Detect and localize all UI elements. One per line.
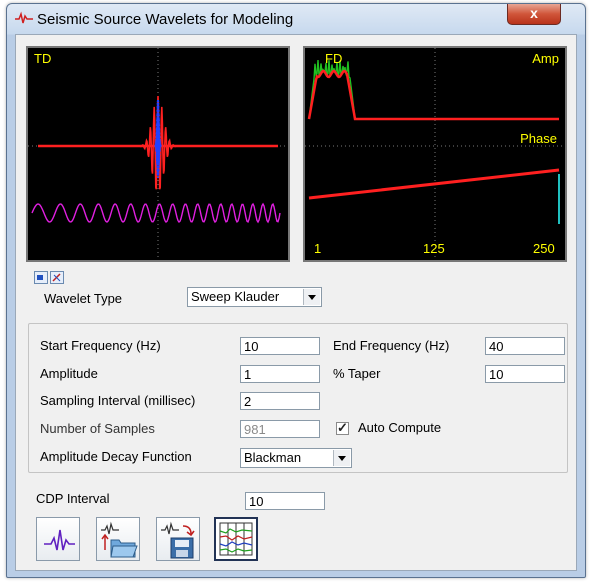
parameters-group: Start Frequency (Hz) 10 End Frequency (H… bbox=[28, 323, 568, 473]
open-folder-icon bbox=[101, 521, 138, 558]
sweep-trace bbox=[31, 202, 281, 224]
wavelet-type-select[interactable]: Sweep Klauder bbox=[187, 287, 322, 307]
screen-icon[interactable] bbox=[34, 271, 48, 284]
client-area: TD FD Amp Phase 1 125 250 Wavelet Type S… bbox=[15, 34, 577, 571]
generate-wavelet-button[interactable] bbox=[36, 517, 80, 561]
td-label: TD bbox=[34, 51, 52, 66]
decay-function-value: Blackman bbox=[244, 450, 302, 465]
time-domain-canvas bbox=[28, 48, 288, 260]
amp-label: Amp bbox=[532, 51, 559, 66]
wavelet-icon bbox=[44, 529, 75, 551]
dialog-window: Seismic Source Wavelets for Modeling x T… bbox=[6, 3, 586, 578]
grid-traces-icon bbox=[219, 522, 253, 556]
wavelet-type-label: Wavelet Type bbox=[44, 291, 123, 306]
taper-label: % Taper bbox=[333, 366, 381, 381]
save-file-button[interactable] bbox=[156, 517, 200, 561]
phase-label: Phase bbox=[520, 131, 557, 146]
phase-line bbox=[308, 168, 560, 200]
sampling-interval-input[interactable]: 2 bbox=[240, 392, 320, 410]
end-frequency-label: End Frequency (Hz) bbox=[333, 338, 450, 353]
x-tick-125: 125 bbox=[423, 241, 445, 256]
save-disk-icon bbox=[161, 521, 195, 559]
end-frequency-input[interactable]: 40 bbox=[485, 337, 565, 355]
fd-label: FD bbox=[325, 51, 343, 66]
amplitude-label: Amplitude bbox=[40, 366, 98, 381]
start-frequency-input[interactable]: 10 bbox=[240, 337, 320, 355]
num-samples-input: 981 bbox=[240, 420, 320, 438]
frequency-domain-plot[interactable]: FD Amp Phase 1 125 250 bbox=[303, 46, 567, 262]
auto-compute-checkbox[interactable] bbox=[336, 420, 349, 436]
wavelet-type-value: Sweep Klauder bbox=[191, 289, 280, 304]
chevron-down-icon[interactable] bbox=[303, 289, 320, 305]
grid-traces-button[interactable] bbox=[214, 517, 258, 561]
frequency-domain-canvas bbox=[305, 48, 565, 260]
decay-function-label: Amplitude Decay Function bbox=[40, 449, 192, 464]
auto-compute-label[interactable]: Auto Compute bbox=[358, 420, 441, 435]
num-samples-label: Number of Samples bbox=[40, 421, 155, 436]
amplitude-input[interactable]: 1 bbox=[240, 365, 320, 383]
open-file-button[interactable] bbox=[96, 517, 140, 561]
time-domain-plot[interactable]: TD bbox=[26, 46, 290, 262]
chevron-down-icon[interactable] bbox=[333, 450, 350, 466]
pin-icon[interactable] bbox=[50, 271, 64, 284]
x-tick-250: 250 bbox=[533, 241, 555, 256]
waveform-icon bbox=[15, 11, 33, 24]
title-bar[interactable]: Seismic Source Wavelets for Modeling x bbox=[7, 4, 585, 34]
window-title: Seismic Source Wavelets for Modeling bbox=[37, 11, 294, 28]
cdp-interval-label: CDP Interval bbox=[36, 491, 110, 506]
taper-input[interactable]: 10 bbox=[485, 365, 565, 383]
x-tick-1: 1 bbox=[314, 241, 322, 256]
amplitude-spectrum-raw bbox=[308, 59, 559, 120]
decay-function-select[interactable]: Blackman bbox=[240, 448, 352, 468]
amplitude-spectrum bbox=[307, 69, 559, 121]
close-button[interactable]: x bbox=[507, 4, 561, 25]
plot-toggle-group bbox=[34, 271, 66, 286]
start-frequency-label: Start Frequency (Hz) bbox=[40, 338, 161, 353]
sampling-interval-label: Sampling Interval (millisec) bbox=[40, 393, 196, 408]
cdp-interval-input[interactable]: 10 bbox=[245, 492, 325, 510]
